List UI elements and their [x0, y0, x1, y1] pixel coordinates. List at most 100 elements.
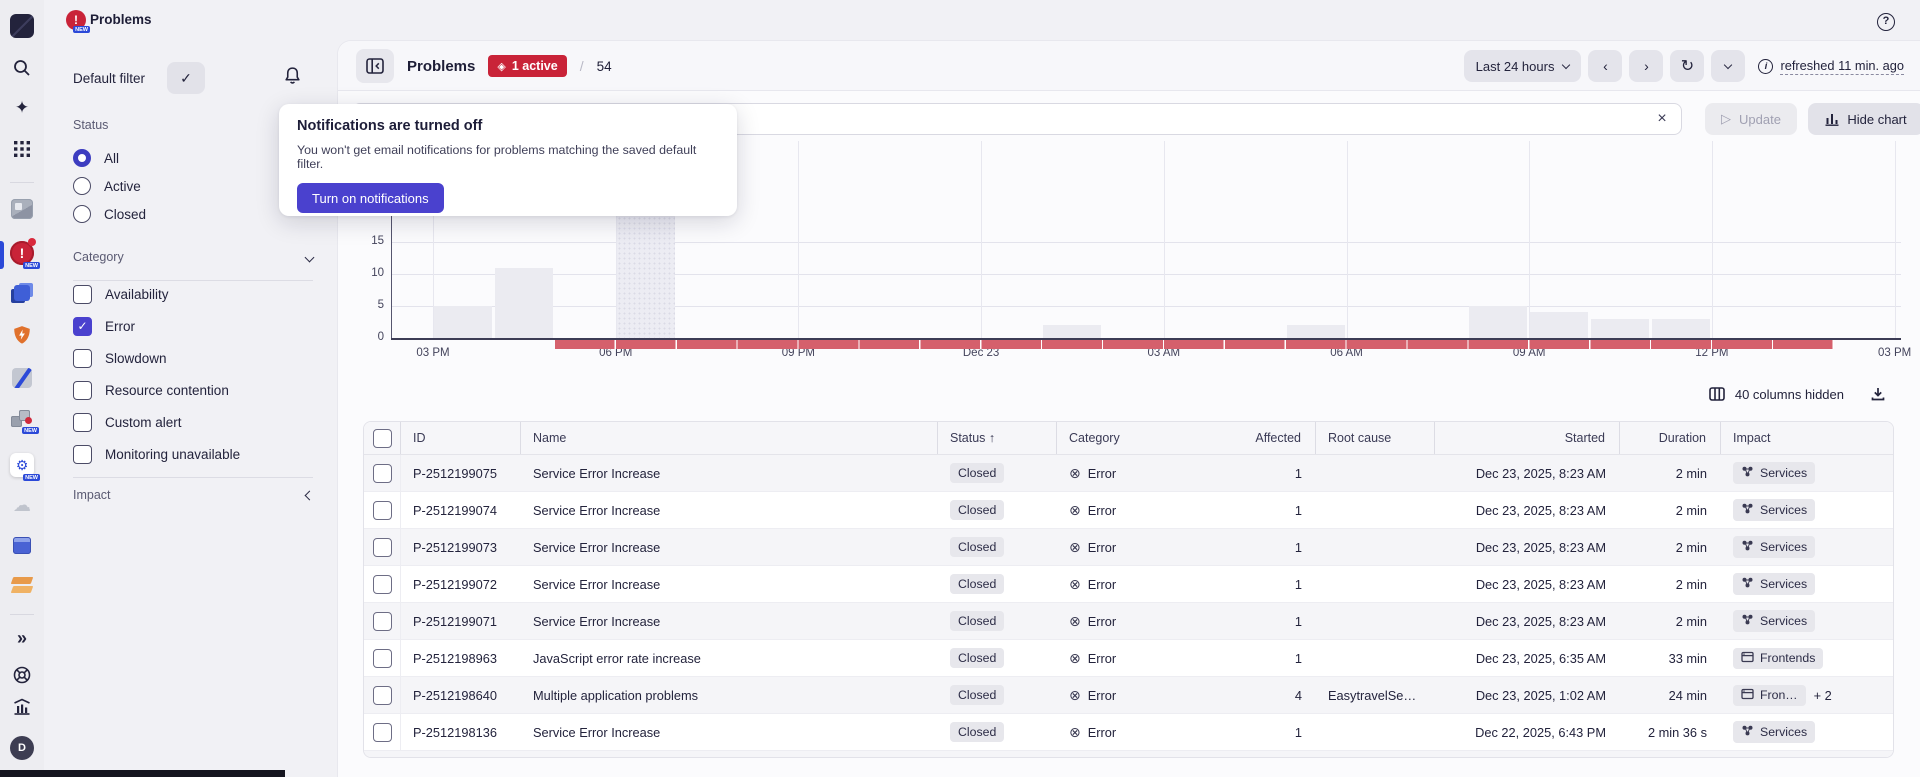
page-title: Problems — [407, 57, 476, 75]
help-lifebuoy-icon[interactable] — [12, 665, 32, 685]
column-header-started[interactable]: Started — [1435, 422, 1620, 454]
category-option-resource-contention[interactable]: Resource contention — [73, 374, 313, 406]
column-header-category[interactable]: Category — [1057, 422, 1197, 454]
time-range-button[interactable]: Last 24 hours — [1463, 50, 1582, 82]
row-checkbox[interactable] — [372, 537, 392, 557]
row-checkbox[interactable] — [372, 722, 392, 742]
category-section: Category Availability ✓ Error Slowdown Resou… — [73, 250, 315, 470]
user-avatar[interactable]: D — [10, 736, 34, 760]
category-section-header[interactable]: Category — [73, 250, 315, 264]
row-checkbox[interactable] — [372, 463, 392, 483]
status-option-active[interactable]: Active — [73, 172, 313, 200]
row-checkbox[interactable] — [372, 685, 392, 705]
refresh-options-button[interactable] — [1711, 50, 1746, 82]
cell-affected: 4 — [1294, 687, 1302, 703]
column-header-root-cause[interactable]: Root cause — [1316, 422, 1435, 454]
app-rail: ✦ ! NEW NEW ⚙ NEW ☁ » D — [0, 0, 44, 777]
app-launcher-grid-icon[interactable] — [13, 140, 31, 158]
category-option-slowdown[interactable]: Slowdown — [73, 342, 313, 374]
update-button[interactable]: ▷ Update — [1705, 103, 1797, 135]
row-checkbox[interactable] — [372, 574, 392, 594]
kubernetes-app-icon[interactable]: NEW — [11, 410, 39, 434]
cell-impact: Services — [1721, 610, 1893, 632]
category-option-availability[interactable]: Availability — [73, 278, 313, 310]
checkbox-unchecked[interactable] — [73, 444, 92, 464]
top-bar: ! NEW Problems ? — [0, 0, 1920, 40]
column-header-affected[interactable]: Affected — [1197, 422, 1316, 454]
bell-icon[interactable] — [284, 66, 301, 88]
turn-on-notifications-button[interactable]: Turn on notifications — [297, 183, 444, 213]
table-row[interactable]: P-2512199071 Service Error Increase Closed… — [364, 603, 1893, 640]
total-count: 54 — [596, 58, 612, 74]
clear-filter-icon[interactable]: × — [1650, 107, 1674, 131]
ai-sparkles-icon[interactable]: ✦ — [15, 98, 29, 118]
column-header-impact[interactable]: Impact — [1721, 422, 1893, 454]
cell-status: Closed — [938, 463, 1057, 483]
help-icon[interactable]: ? — [1877, 13, 1895, 31]
distributed-tracing-app-icon[interactable] — [12, 368, 32, 388]
radio-label: Active — [104, 178, 141, 194]
category-option-error[interactable]: ✓ Error — [73, 310, 313, 342]
radio-selected[interactable] — [73, 149, 91, 167]
search-icon[interactable] — [12, 58, 32, 78]
table-row[interactable]: P-2512199074 Service Error Increase Closed… — [364, 492, 1893, 529]
cell-category: ⊗ Error — [1057, 502, 1197, 519]
chart-gridline-h — [391, 274, 1901, 275]
services-app-icon[interactable] — [14, 285, 30, 301]
reports-chart-icon[interactable] — [13, 698, 31, 716]
circle-x-icon: ⊗ — [1069, 649, 1081, 666]
column-header-duration[interactable]: Duration — [1620, 422, 1721, 454]
impact-section-header[interactable]: Impact — [73, 488, 315, 502]
chart-x-axis — [391, 338, 1901, 340]
cell-impact: Services — [1721, 721, 1893, 743]
category-label: Error — [1087, 502, 1117, 518]
previous-timeframe-button[interactable]: ‹ — [1588, 50, 1623, 82]
impact-chip: Services — [1733, 610, 1816, 632]
workflows-app-icon[interactable] — [10, 577, 34, 593]
status-option-all[interactable]: All — [73, 144, 313, 172]
apply-filter-button[interactable]: ✓ — [167, 62, 206, 94]
column-header-id[interactable]: ID — [401, 422, 521, 454]
refresh-button[interactable]: ↻ — [1670, 50, 1705, 82]
column-header-status[interactable]: Status ↑ — [938, 422, 1057, 454]
checkbox-unchecked[interactable] — [73, 284, 92, 304]
collapse-sidebar-button[interactable] — [356, 49, 394, 83]
row-checkbox[interactable] — [372, 500, 392, 520]
table-row[interactable]: P-2512198963 JavaScript error rate increa… — [364, 640, 1893, 677]
download-icon[interactable] — [1870, 386, 1886, 402]
settings-app-icon[interactable]: ⚙ NEW — [10, 453, 40, 481]
dynatrace-logo[interactable] — [10, 14, 34, 38]
checkbox-unchecked[interactable] — [73, 380, 92, 400]
cell-status: Closed — [938, 685, 1057, 705]
table-row[interactable]: P-2512199075 Service Error Increase Closed… — [364, 455, 1893, 492]
smartscape-app-icon[interactable] — [11, 199, 33, 219]
database-app-icon[interactable] — [13, 537, 31, 554]
security-app-icon[interactable] — [12, 325, 32, 345]
row-checkbox[interactable] — [372, 611, 392, 631]
refreshed-status[interactable]: i refreshed 11 min. ago — [1758, 58, 1904, 75]
checkbox-unchecked[interactable] — [73, 412, 92, 432]
table-row[interactable]: P-2512199072 Service Error Increase Closed… — [364, 566, 1893, 603]
select-all-checkbox[interactable] — [372, 428, 392, 448]
cloud-app-icon[interactable]: ☁ — [13, 495, 31, 516]
column-header-name[interactable]: Name — [521, 422, 938, 454]
radio-unselected[interactable] — [73, 177, 91, 195]
columns-hidden-button[interactable]: 40 columns hidden — [1709, 387, 1844, 402]
row-checkbox[interactable] — [372, 648, 392, 668]
table-row[interactable]: P-2512198136 Service Error Increase Closed… — [364, 714, 1893, 751]
status-option-closed[interactable]: Closed — [73, 200, 313, 228]
category-option-monitoring-unavailable[interactable]: Monitoring unavailable — [73, 438, 313, 470]
problems-app-icon-rail[interactable]: ! NEW — [10, 238, 40, 269]
circle-x-icon: ⊗ — [1069, 538, 1081, 555]
table-row[interactable]: P-2512199073 Service Error Increase Closed… — [364, 529, 1893, 566]
radio-unselected[interactable] — [73, 205, 91, 223]
cell-duration: 33 min — [1668, 650, 1707, 666]
hide-chart-button[interactable]: Hide chart — [1808, 103, 1920, 135]
expand-rail-icon[interactable]: » — [17, 628, 27, 649]
table-row[interactable]: P-2512198640 Multiple application problem… — [364, 677, 1893, 714]
checkbox-checked[interactable]: ✓ — [73, 316, 92, 336]
next-timeframe-button[interactable]: › — [1629, 50, 1664, 82]
checkbox-unchecked[interactable] — [73, 348, 92, 368]
cell-impact: Services — [1721, 536, 1893, 558]
category-option-custom-alert[interactable]: Custom alert — [73, 406, 313, 438]
